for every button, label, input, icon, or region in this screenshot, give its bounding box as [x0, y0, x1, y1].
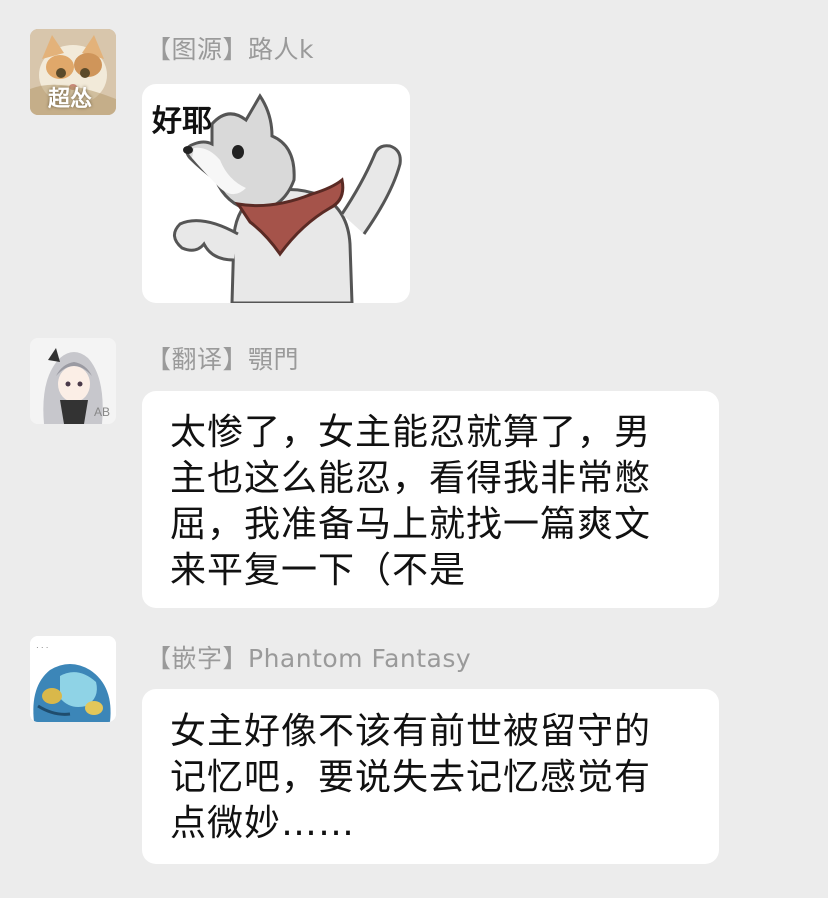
message-text: 太惨了，女主能忍就算了，男 主也这么能忍，看得我非常憋 屈，我准备马上就找一篇爽… — [170, 412, 652, 591]
avatar[interactable]: 超怂 — [30, 29, 116, 115]
avatar-overlay-text: 超怂 — [48, 87, 93, 112]
sticker-message[interactable]: 好耶 — [142, 84, 410, 303]
sticker-caption: 好耶 — [152, 104, 212, 139]
blue-character-avatar-image: · · · — [30, 636, 116, 722]
avatar[interactable]: AB — [30, 338, 116, 424]
message-bubble[interactable]: 女主好像不该有前世被留守的 记忆吧，要说失去记忆感觉有 点微妙…… — [142, 689, 719, 864]
message-text: 女主好像不该有前世被留守的 记忆吧，要说失去记忆感觉有 点微妙…… — [170, 711, 652, 844]
message-bubble[interactable]: 太惨了，女主能忍就算了，男 主也这么能忍，看得我非常憋 屈，我准备马上就找一篇爽… — [142, 391, 719, 608]
sender-name: 【嵌字】Phantom Fantasy — [146, 644, 472, 673]
sender-name: 【翻译】顎門 — [146, 345, 300, 374]
anime-girl-avatar-image: AB — [30, 338, 116, 424]
avatar[interactable]: · · · — [30, 636, 116, 722]
sender-name: 【图源】路人k — [146, 35, 314, 64]
svg-text:AB: AB — [94, 405, 110, 419]
svg-text:· · ·: · · · — [36, 643, 48, 652]
